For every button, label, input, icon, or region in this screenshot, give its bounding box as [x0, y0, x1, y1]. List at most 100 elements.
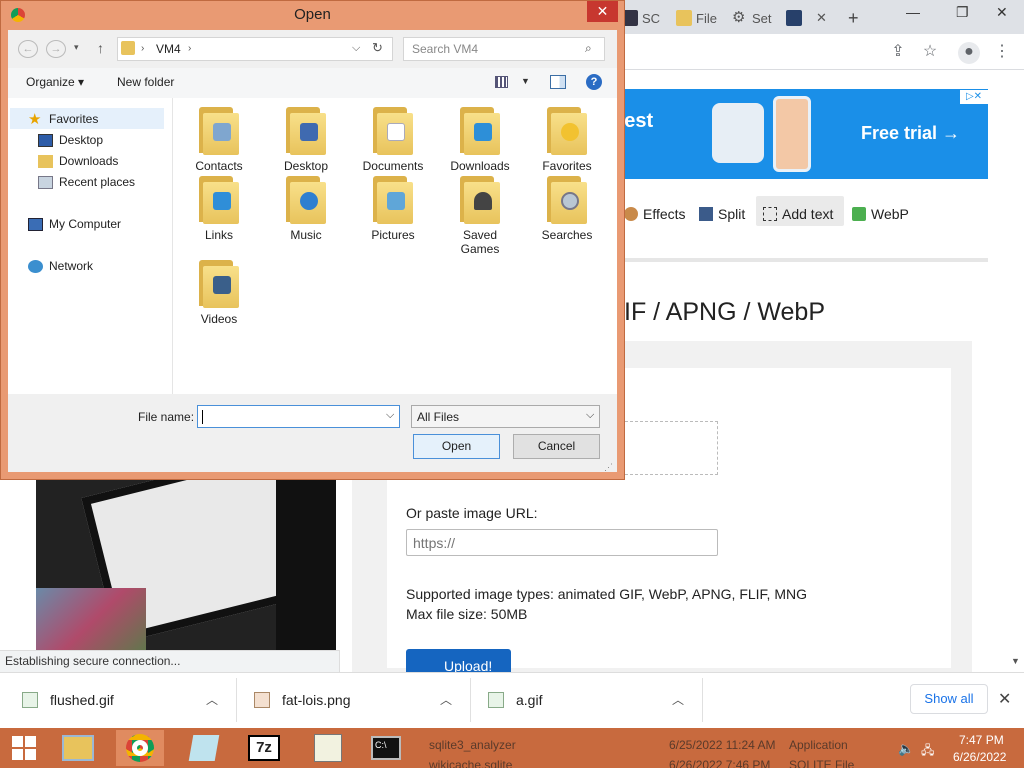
refresh-icon[interactable]: ↻ — [372, 40, 383, 56]
text-caret — [202, 409, 203, 424]
chevron-up-icon[interactable]: ︿ — [206, 691, 218, 708]
folder-pictures[interactable]: Pictures — [353, 176, 433, 242]
folder-videos[interactable]: Videos — [179, 260, 259, 326]
folder-label: Searches — [541, 228, 593, 242]
browser-tab-sqlite[interactable]: SC — [622, 6, 664, 30]
folder-downloads[interactable]: Downloads — [440, 107, 520, 173]
ad-free-trial-link[interactable]: Free trial → — [861, 123, 960, 144]
nav-item-desktop[interactable]: Desktop — [38, 130, 103, 150]
file-date: 6/25/2022 11:24 AM — [669, 738, 776, 752]
network-tray-icon[interactable]: 🖧 — [921, 741, 934, 762]
scroll-down-arrow-icon[interactable]: ▼ — [1011, 656, 1020, 666]
download-filename: flushed.gif — [50, 692, 114, 708]
chevron-up-icon[interactable]: ︿ — [440, 691, 452, 708]
folder-searches[interactable]: Searches — [527, 176, 607, 242]
png-file-icon — [254, 692, 270, 708]
taskbar-file-explorer[interactable] — [54, 730, 102, 766]
split-icon — [699, 207, 713, 221]
clock-date[interactable]: 6/26/2022 — [953, 750, 1006, 764]
show-all-downloads-button[interactable]: Show all — [910, 684, 988, 714]
address-dropdown-icon[interactable]: ⌵ — [352, 42, 360, 55]
search-input[interactable]: Search VM4 — [403, 37, 605, 61]
profile-avatar-icon[interactable]: ● — [958, 42, 980, 64]
folder-documents[interactable]: Documents — [353, 107, 433, 173]
nav-label: Desktop — [59, 133, 104, 147]
taskbar-notepad[interactable] — [180, 730, 228, 766]
close-downloads-bar-icon[interactable]: ✕ — [998, 689, 1011, 709]
nav-item-network[interactable]: Network — [28, 256, 93, 276]
nav-item-my-computer[interactable]: My Computer — [28, 214, 121, 234]
folder-favorites[interactable]: Favorites — [527, 107, 607, 173]
file-type: Application — [789, 738, 848, 752]
organize-button[interactable]: Organize ▾ — [26, 75, 84, 89]
nav-item-downloads[interactable]: Downloads — [38, 151, 118, 171]
resize-grip-icon[interactable]: ⋰ — [604, 462, 613, 473]
download-filename: a.gif — [516, 692, 543, 708]
folder-music[interactable]: Music — [266, 176, 346, 242]
menu-webp[interactable]: WebP — [852, 201, 909, 227]
ad-close-icon[interactable]: ▷✕ — [960, 90, 988, 104]
image-url-input[interactable] — [406, 529, 718, 556]
restore-icon[interactable]: ❐ — [956, 4, 969, 21]
taskbar-terminal[interactable]: C:\ — [362, 730, 410, 766]
download-item[interactable]: fat-lois.png — [254, 680, 350, 720]
minimize-icon[interactable]: — — [906, 4, 920, 20]
window-close-icon[interactable]: ✕ — [996, 4, 1008, 21]
folder-contacts[interactable]: Contacts — [179, 107, 259, 173]
search-icon: ⌕ — [585, 41, 592, 55]
menu-effects[interactable]: Effects — [624, 201, 686, 227]
nav-item-favorites[interactable]: ★ Favorites — [28, 109, 98, 129]
open-button[interactable]: Open — [413, 434, 500, 459]
download-item[interactable]: a.gif — [488, 680, 542, 720]
download-item[interactable]: flushed.gif — [22, 680, 114, 720]
breadcrumb-chevron-icon[interactable]: › — [188, 43, 191, 54]
up-arrow-icon[interactable]: ↑ — [97, 40, 104, 56]
dialog-close-button[interactable]: ✕ — [587, 1, 618, 22]
browser-tab-settings[interactable]: ⚙ Set — [732, 6, 774, 30]
help-icon[interactable]: ? — [586, 74, 602, 90]
taskbar-chrome[interactable] — [116, 730, 164, 766]
gif-file-icon — [22, 692, 38, 708]
nav-item-recent-places[interactable]: Recent places — [38, 172, 135, 192]
share-icon[interactable]: ⇪ — [888, 42, 908, 62]
file-name-dropdown-icon[interactable]: ⌵ — [386, 409, 394, 422]
recent-locations-chevron-icon[interactable]: ▾ — [74, 42, 79, 53]
menu-kebab-icon[interactable]: ⋮ — [992, 42, 1012, 62]
menu-add-text[interactable]: Add text — [763, 201, 833, 227]
file-name-input[interactable] — [197, 405, 400, 428]
downloads-icon — [38, 154, 53, 168]
view-dropdown-icon[interactable]: ▼ — [521, 76, 530, 86]
file-type-filter-select[interactable]: All Files — [411, 405, 600, 428]
7zip-icon: 7z — [248, 735, 280, 761]
folder-label: Pictures — [371, 228, 415, 242]
filter-dropdown-icon[interactable]: ⌵ — [586, 409, 594, 422]
chevron-up-icon[interactable]: ︿ — [672, 691, 684, 708]
clock-time[interactable]: 7:47 PM — [959, 733, 1004, 747]
cancel-button[interactable]: Cancel — [513, 434, 600, 459]
speaker-muted-icon[interactable]: 🔈 — [898, 741, 914, 757]
close-tab-icon[interactable]: ✕ — [816, 10, 827, 26]
start-button[interactable] — [0, 730, 48, 766]
nav-label: Recent places — [59, 175, 136, 189]
system-tray: 🔈 🖧 7:47 PM 6/26/2022 — [895, 730, 1024, 768]
music-folder-icon — [286, 176, 326, 224]
breadcrumb-current[interactable]: VM4 — [156, 42, 181, 56]
taskbar-editor[interactable] — [304, 730, 352, 766]
browser-tab-ezgif[interactable]: ✕ — [786, 6, 834, 30]
taskbar-7zip[interactable]: 7z — [240, 730, 288, 766]
folder-desktop[interactable]: Desktop — [266, 107, 346, 173]
breadcrumb-chevron-icon[interactable]: › — [141, 43, 144, 54]
folder-saved-games[interactable]: Saved Games — [440, 176, 520, 256]
bookmark-star-icon[interactable]: ☆ — [920, 42, 940, 62]
browser-tab-file[interactable]: File — [676, 6, 718, 30]
preview-pane-icon[interactable] — [550, 75, 566, 89]
new-folder-button[interactable]: New folder — [117, 75, 174, 89]
back-arrow-icon[interactable]: ← — [18, 40, 38, 58]
file-explorer-icon — [62, 735, 94, 761]
view-options-icon[interactable] — [495, 76, 508, 88]
windows-logo-icon — [12, 736, 36, 760]
folder-links[interactable]: Links — [179, 176, 259, 242]
new-tab-button[interactable]: + — [848, 6, 859, 30]
menu-split[interactable]: Split — [699, 201, 745, 227]
forward-arrow-icon[interactable]: → — [46, 40, 66, 58]
